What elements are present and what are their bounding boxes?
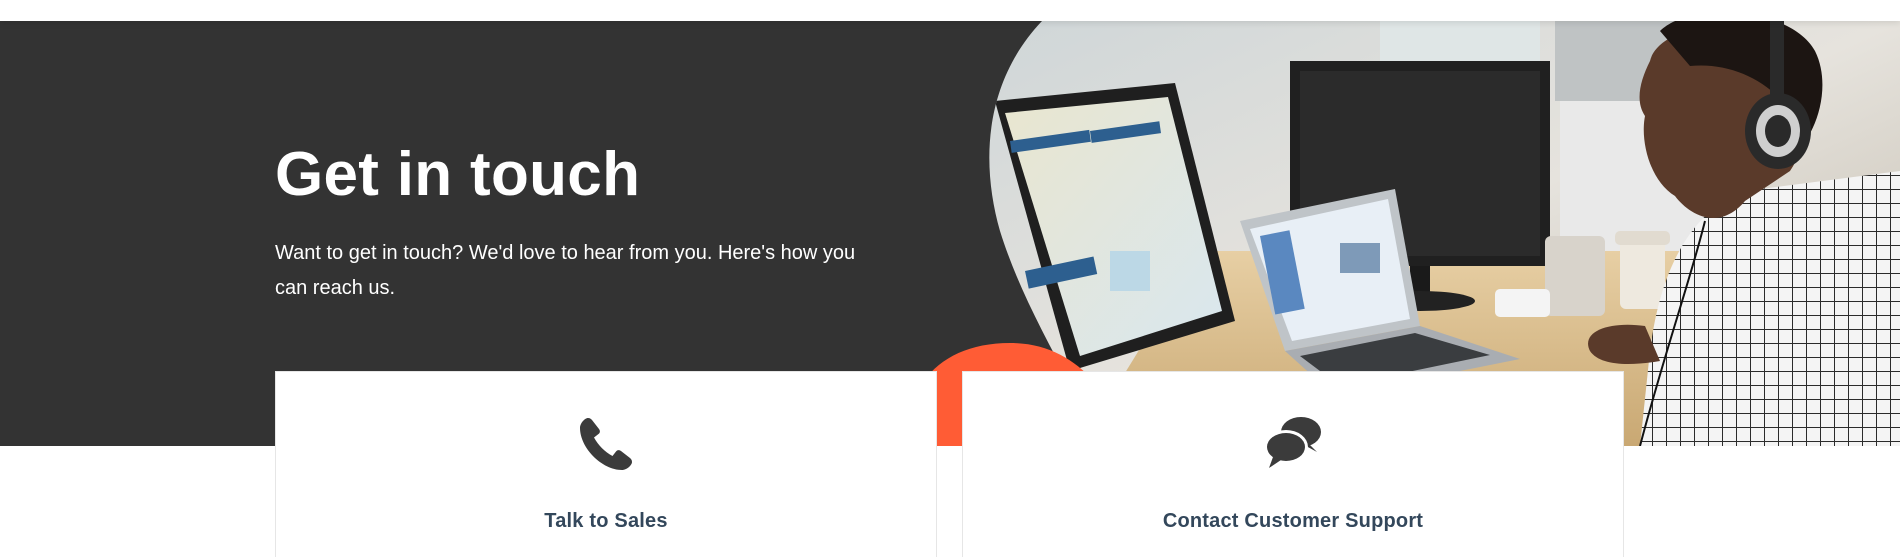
top-navigation-bar (0, 0, 1900, 21)
contact-support-title: Contact Customer Support (1162, 510, 1424, 532)
talk-to-sales-card[interactable]: Talk to Sales (275, 371, 937, 557)
phone-icon (580, 418, 632, 470)
page-title: Get in touch (275, 140, 641, 209)
hero-subtitle: Want to get in touch? We'd love to hear … (275, 242, 856, 299)
talk-to-sales-title: Talk to Sales (544, 510, 668, 532)
chat-bubbles-icon (1264, 417, 1321, 468)
contact-support-card[interactable]: Contact Customer Support (962, 371, 1624, 557)
